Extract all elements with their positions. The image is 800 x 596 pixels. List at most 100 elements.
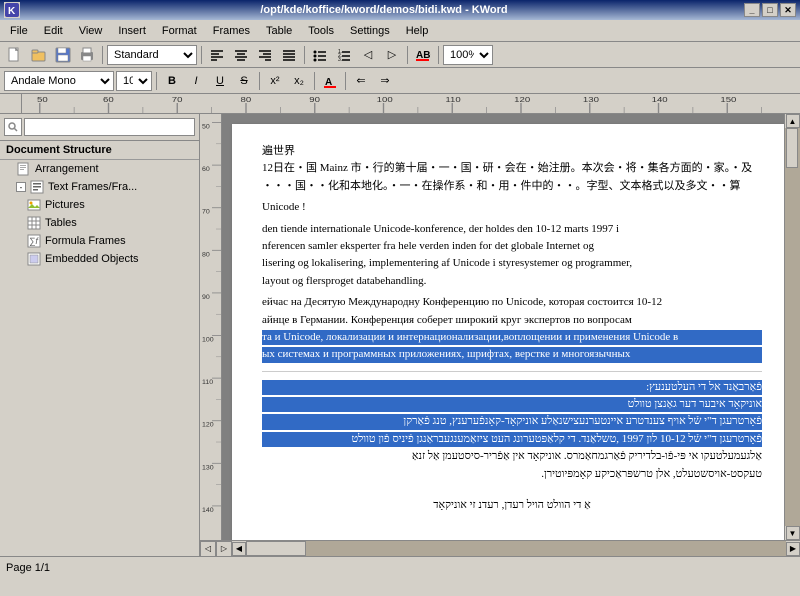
save-button[interactable] — [52, 44, 74, 66]
svg-text:50: 50 — [202, 124, 210, 130]
scroll-page-left-button[interactable]: ◁ — [200, 541, 216, 557]
tree-item-text-frames-label: Text Frames/Fra... — [48, 181, 137, 193]
tree-expand-text-frames[interactable]: - — [16, 182, 26, 192]
line-ru-1: ейчас на Десятую Международну Конференци… — [262, 295, 762, 310]
svg-text:60: 60 — [103, 95, 114, 103]
indent-decrease-button[interactable]: ◁ — [357, 44, 379, 66]
svg-text:130: 130 — [583, 95, 599, 103]
maximize-button[interactable]: □ — [762, 3, 778, 17]
tables-icon — [26, 216, 42, 230]
search-icon — [4, 118, 22, 136]
scroll-up-button[interactable]: ▲ — [786, 114, 800, 128]
scrollbar-track-v[interactable] — [785, 128, 800, 526]
menu-settings[interactable]: Settings — [342, 23, 398, 39]
open-button[interactable] — [28, 44, 50, 66]
line-final: אַ די הוולט הויל רעדן, רעדנ זי אוניקאָד — [262, 498, 762, 513]
svg-text:130: 130 — [202, 465, 214, 471]
menu-insert[interactable]: Insert — [110, 23, 154, 39]
paragraph-russian: ейчас на Десятую Международну Конференци… — [262, 295, 762, 363]
svg-text:K: K — [8, 6, 16, 17]
tree-item-tables[interactable]: Tables — [0, 214, 199, 232]
font-selector[interactable]: Andale Mono — [4, 71, 114, 91]
line-heb-6: טעקסט-אויסשטעלט, אלן טרשפּראַכיקע קאָמפּ… — [262, 467, 762, 482]
strikethrough-button[interactable]: S — [233, 70, 255, 92]
line-ru-3-highlighted: та и Unicode, локализации и интернациона… — [262, 330, 762, 345]
align-left-button[interactable] — [206, 44, 228, 66]
menu-format[interactable]: Format — [154, 23, 205, 39]
scroll-down-button[interactable]: ▼ — [786, 526, 800, 540]
close-button[interactable]: ✕ — [780, 3, 796, 17]
print-button[interactable] — [76, 44, 98, 66]
tree-item-embedded-objects[interactable]: Embedded Objects — [0, 250, 199, 268]
app-icon: K — [4, 2, 20, 18]
svg-text:70: 70 — [202, 209, 210, 215]
italic-button[interactable]: I — [185, 70, 207, 92]
indent-increase-button[interactable]: ▷ — [381, 44, 403, 66]
document-page-container: 遍世界 12日在‧国 Mainz 市‧行的第十届‧一‧国‧研‧会在‧始注册。本次… — [222, 114, 784, 540]
style-selector[interactable]: Standard — [107, 45, 197, 65]
bold-button[interactable]: B — [161, 70, 183, 92]
page-icon — [16, 162, 32, 176]
format-toolbar: Andale Mono 10 B I U S x² x₂ A ⇐ ⇒ — [0, 68, 800, 94]
subscript-button[interactable]: x₂ — [288, 70, 310, 92]
line-da-4: layout og flersproget databehandling. — [262, 274, 762, 289]
window-controls[interactable]: _ □ ✕ — [744, 3, 796, 17]
new-button[interactable] — [4, 44, 26, 66]
tree-item-formula-frames[interactable]: ∑f Formula Frames — [0, 232, 199, 250]
menu-edit[interactable]: Edit — [36, 23, 71, 39]
menu-tools[interactable]: Tools — [300, 23, 342, 39]
font-size-selector[interactable]: 10 — [116, 71, 152, 91]
text-frame-icon — [29, 180, 45, 194]
scroll-left-button[interactable]: ◀ — [232, 542, 246, 556]
window-title: /opt/kde/koffice/kword/demos/bidi.kwd - … — [24, 4, 744, 16]
superscript-button[interactable]: x² — [264, 70, 286, 92]
spell-button[interactable]: ABC — [412, 44, 434, 66]
format-sep-1 — [156, 72, 157, 90]
menu-help[interactable]: Help — [398, 23, 437, 39]
document-page[interactable]: 遍世界 12日在‧国 Mainz 市‧行的第十届‧一‧国‧研‧会在‧始注册。本次… — [232, 124, 784, 540]
minimize-button[interactable]: _ — [744, 3, 760, 17]
vertical-scrollbar[interactable]: ▲ ▼ — [784, 114, 800, 540]
page-status: Page 1/1 — [6, 562, 50, 574]
svg-text:∑f: ∑f — [29, 236, 39, 246]
scrollbar-thumb-h[interactable] — [246, 541, 306, 556]
horizontal-ruler-area: 50 60 70 80 90 100 110 120 130 140 — [0, 94, 800, 114]
svg-text:100: 100 — [202, 337, 214, 343]
line-da-3: lisering og lokalisering, implementering… — [262, 256, 762, 271]
tree-item-arrangement[interactable]: Arrangement — [0, 160, 199, 178]
tree-item-pictures[interactable]: Pictures — [0, 196, 199, 214]
justify-button[interactable] — [278, 44, 300, 66]
menu-frames[interactable]: Frames — [205, 23, 258, 39]
list-bullet-button[interactable] — [309, 44, 331, 66]
menu-table[interactable]: Table — [258, 23, 300, 39]
scroll-right-button[interactable]: ▶ — [786, 542, 800, 556]
tree-item-arrangement-label: Arrangement — [35, 163, 99, 175]
tree-item-text-frames[interactable]: - Text Frames/Fra... — [0, 178, 199, 196]
align-right-button[interactable] — [254, 44, 276, 66]
scrollbar-track-h[interactable] — [246, 541, 786, 556]
align-center-button[interactable] — [230, 44, 252, 66]
menu-view[interactable]: View — [71, 23, 111, 39]
paragraph-chinese: 遍世界 12日在‧国 Mainz 市‧行的第十届‧一‧国‧研‧会在‧始注册。本次… — [262, 144, 762, 194]
paragraph-hebrew: פֿאַרבאַנד אל די העלטענעץ: אוניקאָד איבע… — [262, 380, 762, 482]
svg-text:70: 70 — [172, 95, 183, 103]
scrollbar-thumb-v[interactable] — [786, 128, 798, 168]
font-color-button[interactable]: A — [319, 70, 341, 92]
toolbar-sep-4 — [407, 46, 408, 64]
svg-text:140: 140 — [652, 95, 668, 103]
scroll-page-right-button[interactable]: ▷ — [216, 541, 232, 557]
line-heb-3-highlighted: פֿאָרטרעגן ד"י שֿל אויף צענדטרע איינטערנ… — [262, 414, 762, 429]
menu-file[interactable]: File — [2, 23, 36, 39]
svg-text:110: 110 — [445, 95, 461, 103]
list-number-button[interactable]: 1.2.3. — [333, 44, 355, 66]
format-sep-2 — [259, 72, 260, 90]
rtl-button[interactable]: ⇐ — [350, 70, 372, 92]
menubar: File Edit View Insert Format Frames Tabl… — [0, 20, 800, 42]
underline-button[interactable]: U — [209, 70, 231, 92]
document-area: 50 60 70 80 90 100 110 120 130 — [200, 114, 800, 556]
search-input[interactable] — [24, 118, 195, 136]
zoom-selector[interactable]: 100% — [443, 45, 493, 65]
svg-text:3.: 3. — [338, 57, 342, 62]
svg-text:110: 110 — [202, 379, 214, 385]
ltr-button[interactable]: ⇒ — [374, 70, 396, 92]
